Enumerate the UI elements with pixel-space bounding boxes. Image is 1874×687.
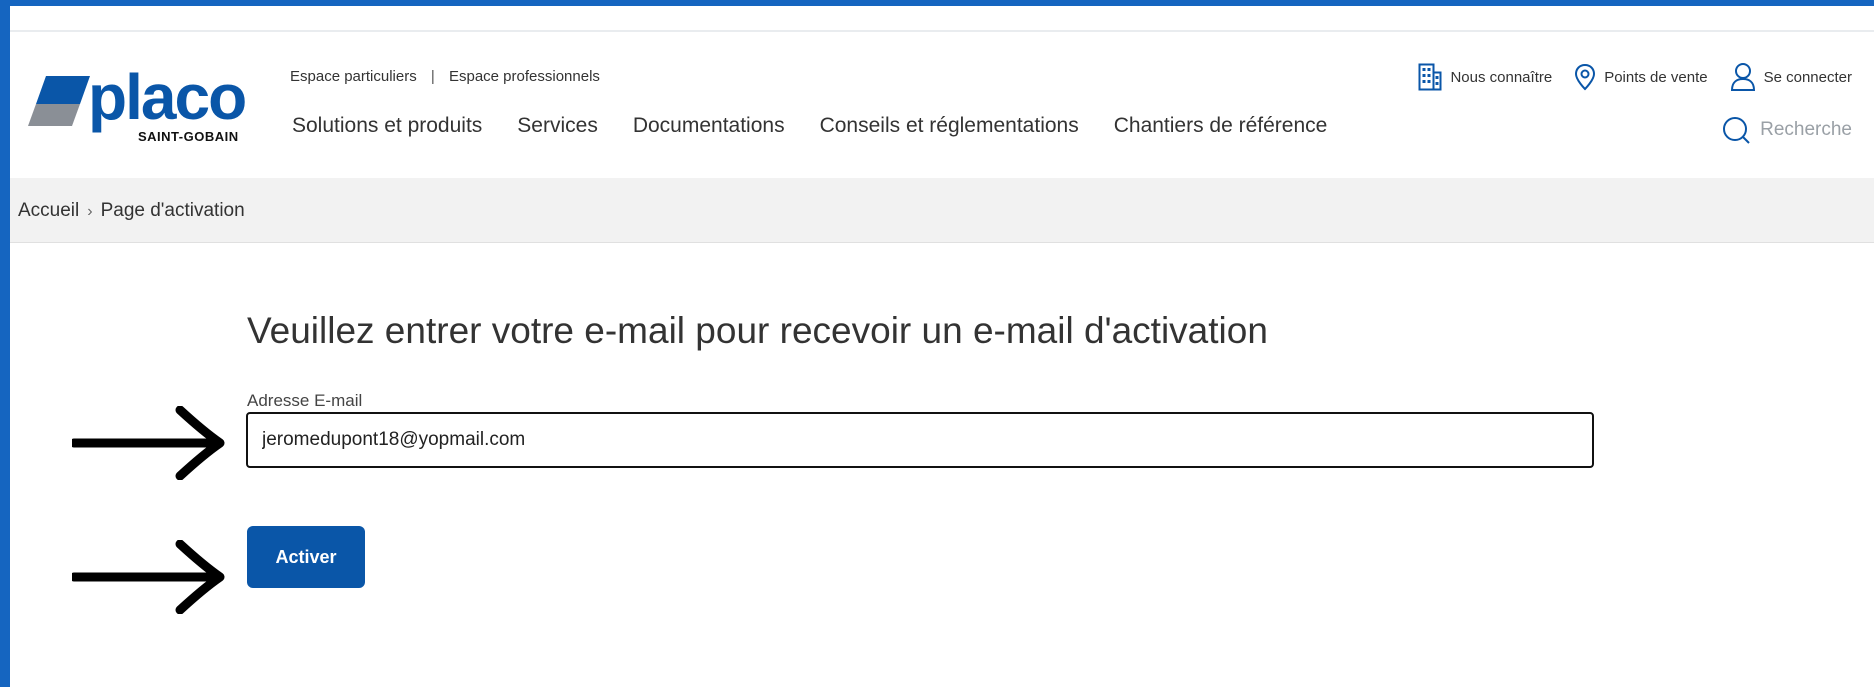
- location-pin-icon: [1575, 63, 1596, 91]
- nav-solutions-produits[interactable]: Solutions et produits: [292, 114, 482, 138]
- annotation-arrow-icon: [72, 406, 225, 480]
- logo-subtitle: SAINT-GOBAIN: [138, 129, 239, 144]
- search-trigger[interactable]: Recherche: [1722, 116, 1852, 144]
- audience-switcher: Espace particuliers | Espace professionn…: [290, 68, 600, 85]
- nav-services[interactable]: Services: [517, 114, 598, 138]
- email-input[interactable]: [246, 412, 1594, 468]
- breadcrumb: Accueil › Page d'activation: [18, 200, 245, 222]
- top-divider: [10, 30, 1874, 32]
- nav-documentations[interactable]: Documentations: [633, 114, 785, 138]
- activate-button[interactable]: Activer: [247, 526, 365, 588]
- se-connecter-label: Se connecter: [1763, 68, 1852, 86]
- email-label: Adresse E-mail: [247, 391, 363, 410]
- points-de-vente-label: Points de vente: [1604, 68, 1708, 86]
- logo-wordmark: placo: [88, 61, 247, 133]
- utility-links: Nous connaître Points de vente Se connec…: [1418, 62, 1852, 92]
- page-title: Veuillez entrer votre e-mail pour recevo…: [247, 310, 1268, 351]
- link-espace-professionnels[interactable]: Espace professionnels: [449, 68, 600, 85]
- se-connecter-link[interactable]: Se connecter: [1730, 62, 1852, 92]
- placo-logo-mark: [28, 76, 90, 126]
- user-icon: [1730, 63, 1755, 91]
- chevron-right-icon: ›: [87, 203, 93, 220]
- nous-connaitre-link[interactable]: Nous connaître: [1418, 63, 1552, 91]
- annotation-arrow-icon: [72, 540, 225, 614]
- points-de-vente-link[interactable]: Points de vente: [1574, 63, 1708, 91]
- placo-logo[interactable]: placo SAINT-GOBAIN: [20, 61, 265, 150]
- link-espace-particuliers[interactable]: Espace particuliers: [290, 68, 417, 85]
- building-icon: [1418, 63, 1442, 91]
- nav-conseils-reglementations[interactable]: Conseils et réglementations: [820, 114, 1079, 138]
- nav-chantiers-reference[interactable]: Chantiers de référence: [1114, 114, 1328, 138]
- main-navigation: Solutions et produits Services Documenta…: [292, 114, 1327, 138]
- page: placo SAINT-GOBAIN Espace particuliers |…: [10, 6, 1874, 687]
- breadcrumb-current: Page d'activation: [100, 200, 245, 221]
- breadcrumb-home[interactable]: Accueil: [18, 200, 79, 221]
- spaces-separator: |: [430, 68, 435, 85]
- breadcrumb-bar: Accueil › Page d'activation: [10, 178, 1874, 243]
- search-icon: [1723, 117, 1750, 144]
- nous-connaitre-label: Nous connaître: [1450, 68, 1553, 86]
- search-label: Recherche: [1760, 119, 1852, 140]
